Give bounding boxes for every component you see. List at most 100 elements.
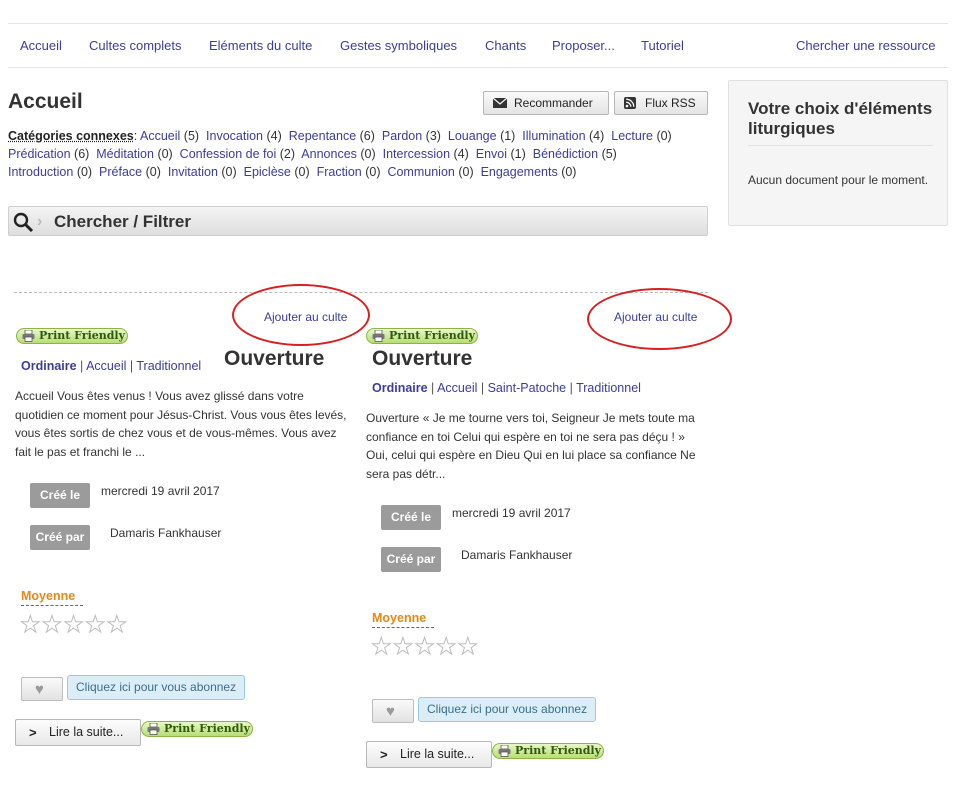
created-date-label: Créé le bbox=[30, 483, 90, 508]
star-rating[interactable]: ★★★★★ bbox=[20, 611, 128, 638]
card-title[interactable]: Ouverture bbox=[224, 347, 324, 371]
favorite-button[interactable]: ♥ bbox=[372, 699, 414, 723]
subscribe-button[interactable]: Cliquez ici pour vous abonnez bbox=[67, 675, 246, 700]
search-filter-bar[interactable]: › Chercher / Filtrer bbox=[8, 206, 708, 236]
card-title[interactable]: Ouverture bbox=[372, 347, 472, 371]
category-link[interactable]: Annonces bbox=[301, 147, 357, 161]
top-navigation: Accueil Cultes complets Eléments du cult… bbox=[8, 23, 948, 68]
envelope-icon bbox=[493, 98, 507, 108]
tag-link[interactable]: Traditionnel bbox=[136, 359, 201, 373]
nav-item-chants[interactable]: Chants bbox=[485, 38, 526, 53]
print-friendly-label: Print Friendly bbox=[164, 722, 251, 735]
tag-link[interactable]: Accueil bbox=[437, 381, 477, 395]
tag-link[interactable]: Ordinaire bbox=[21, 359, 77, 373]
add-to-service-link[interactable]: Ajouter au culte bbox=[264, 310, 347, 324]
related-categories: Catégories connexes: Accueil (5) Invocat… bbox=[8, 129, 672, 179]
tag-link[interactable]: Saint-Patoche bbox=[488, 381, 567, 395]
category-link[interactable]: Accueil bbox=[140, 129, 180, 143]
category-count: (2) bbox=[279, 147, 296, 161]
printer-icon bbox=[372, 330, 385, 342]
category-link[interactable]: Préface bbox=[99, 165, 142, 179]
read-more-button[interactable]: > Lire la suite... bbox=[15, 719, 141, 746]
nav-item-gestes-symboliques[interactable]: Gestes symboliques bbox=[340, 38, 457, 53]
category-count: (0) bbox=[365, 165, 381, 179]
category-count: (5) bbox=[601, 147, 617, 161]
sidebar-empty-text: Aucun document pour le moment. bbox=[748, 173, 929, 187]
created-by-value: Damaris Fankhauser bbox=[110, 526, 222, 540]
printer-icon bbox=[22, 330, 35, 342]
search-filter-label: Chercher / Filtrer bbox=[54, 212, 191, 231]
category-link[interactable]: Repentance bbox=[289, 129, 356, 143]
tag-link[interactable]: Accueil bbox=[86, 359, 126, 373]
category-count: (0) bbox=[360, 147, 376, 161]
heart-icon: ♥ bbox=[386, 703, 395, 720]
print-friendly-button[interactable]: Print Friendly bbox=[492, 743, 604, 759]
nav-item-accueil[interactable]: Accueil bbox=[20, 38, 62, 53]
print-friendly-label: Print Friendly bbox=[389, 329, 476, 342]
star-icon[interactable]: ★ bbox=[392, 633, 414, 660]
category-link[interactable]: Intercession bbox=[383, 147, 450, 161]
category-link[interactable]: Prédication bbox=[8, 147, 71, 161]
category-count: (6) bbox=[359, 129, 375, 143]
star-icon[interactable]: ★ bbox=[106, 611, 128, 638]
category-link[interactable]: Engagements bbox=[481, 165, 558, 179]
tag-link[interactable]: Traditionnel bbox=[576, 381, 641, 395]
read-more-label: Lire la suite... bbox=[400, 747, 475, 761]
category-count: (3) bbox=[425, 129, 441, 143]
category-count: (0) bbox=[221, 165, 237, 179]
tag-link[interactable]: Ordinaire bbox=[372, 381, 428, 395]
average-rating-label: Moyenne bbox=[372, 611, 434, 628]
star-icon[interactable]: ★ bbox=[435, 633, 457, 660]
category-link[interactable]: Communion bbox=[387, 165, 454, 179]
category-link[interactable]: Bénédiction bbox=[533, 147, 598, 161]
created-date-value: mercredi 19 avril 2017 bbox=[452, 506, 571, 520]
rss-feed-button[interactable]: Flux RSS bbox=[614, 91, 708, 115]
category-link[interactable]: Louange bbox=[448, 129, 497, 143]
category-link[interactable]: Envoi bbox=[476, 147, 507, 161]
category-link[interactable]: Introduction bbox=[8, 165, 73, 179]
category-link[interactable]: Epiclèse bbox=[244, 165, 291, 179]
rss-label: Flux RSS bbox=[645, 96, 696, 110]
nav-item-tutoriel[interactable]: Tutoriel bbox=[641, 38, 684, 53]
star-icon[interactable]: ★ bbox=[41, 611, 63, 638]
star-icon[interactable]: ★ bbox=[63, 611, 85, 638]
star-icon[interactable]: ★ bbox=[84, 611, 106, 638]
category-count: (0) bbox=[561, 165, 577, 179]
chevron-right-icon: › bbox=[37, 213, 43, 230]
category-count: (4) bbox=[589, 129, 605, 143]
add-to-service-link[interactable]: Ajouter au culte bbox=[614, 310, 697, 324]
category-link[interactable]: Illumination bbox=[522, 129, 585, 143]
nav-search-resource-link[interactable]: Chercher une ressource bbox=[796, 38, 935, 53]
recommend-button[interactable]: Recommander bbox=[483, 91, 609, 115]
star-icon[interactable]: ★ bbox=[371, 633, 393, 660]
print-friendly-button[interactable]: Print Friendly bbox=[141, 721, 253, 737]
star-icon[interactable]: ★ bbox=[457, 633, 479, 660]
card-tags: Ordinaire | Accueil | Traditionnel bbox=[21, 359, 202, 373]
print-friendly-button[interactable]: Print Friendly bbox=[16, 328, 128, 344]
chevron-right-icon: > bbox=[380, 747, 388, 762]
nav-item-cultes-complets[interactable]: Cultes complets bbox=[89, 38, 181, 53]
average-rating-label: Moyenne bbox=[21, 589, 83, 606]
star-icon[interactable]: ★ bbox=[414, 633, 436, 660]
favorite-button[interactable]: ♥ bbox=[21, 677, 63, 701]
recommend-label: Recommander bbox=[514, 96, 593, 110]
read-more-button[interactable]: > Lire la suite... bbox=[366, 741, 492, 768]
category-link[interactable]: Lecture bbox=[611, 129, 653, 143]
category-link[interactable]: Invocation bbox=[206, 129, 263, 143]
print-friendly-button[interactable]: Print Friendly bbox=[366, 328, 478, 344]
printer-icon bbox=[147, 723, 160, 735]
star-icon[interactable]: ★ bbox=[20, 611, 42, 638]
category-count: (0) bbox=[145, 165, 161, 179]
category-link[interactable]: Invitation bbox=[168, 165, 218, 179]
category-link[interactable]: Pardon bbox=[382, 129, 422, 143]
category-count: (6) bbox=[74, 147, 90, 161]
category-link[interactable]: Confession de foi bbox=[180, 147, 277, 161]
category-count: (4) bbox=[266, 129, 282, 143]
divider bbox=[14, 292, 708, 293]
category-link[interactable]: Fraction bbox=[317, 165, 362, 179]
star-rating[interactable]: ★★★★★ bbox=[371, 633, 479, 660]
subscribe-button[interactable]: Cliquez ici pour vous abonnez bbox=[418, 697, 597, 722]
category-link[interactable]: Méditation bbox=[96, 147, 154, 161]
nav-item-elements-du-culte[interactable]: Eléments du culte bbox=[209, 38, 312, 53]
nav-item-proposer[interactable]: Proposer... bbox=[552, 38, 615, 53]
